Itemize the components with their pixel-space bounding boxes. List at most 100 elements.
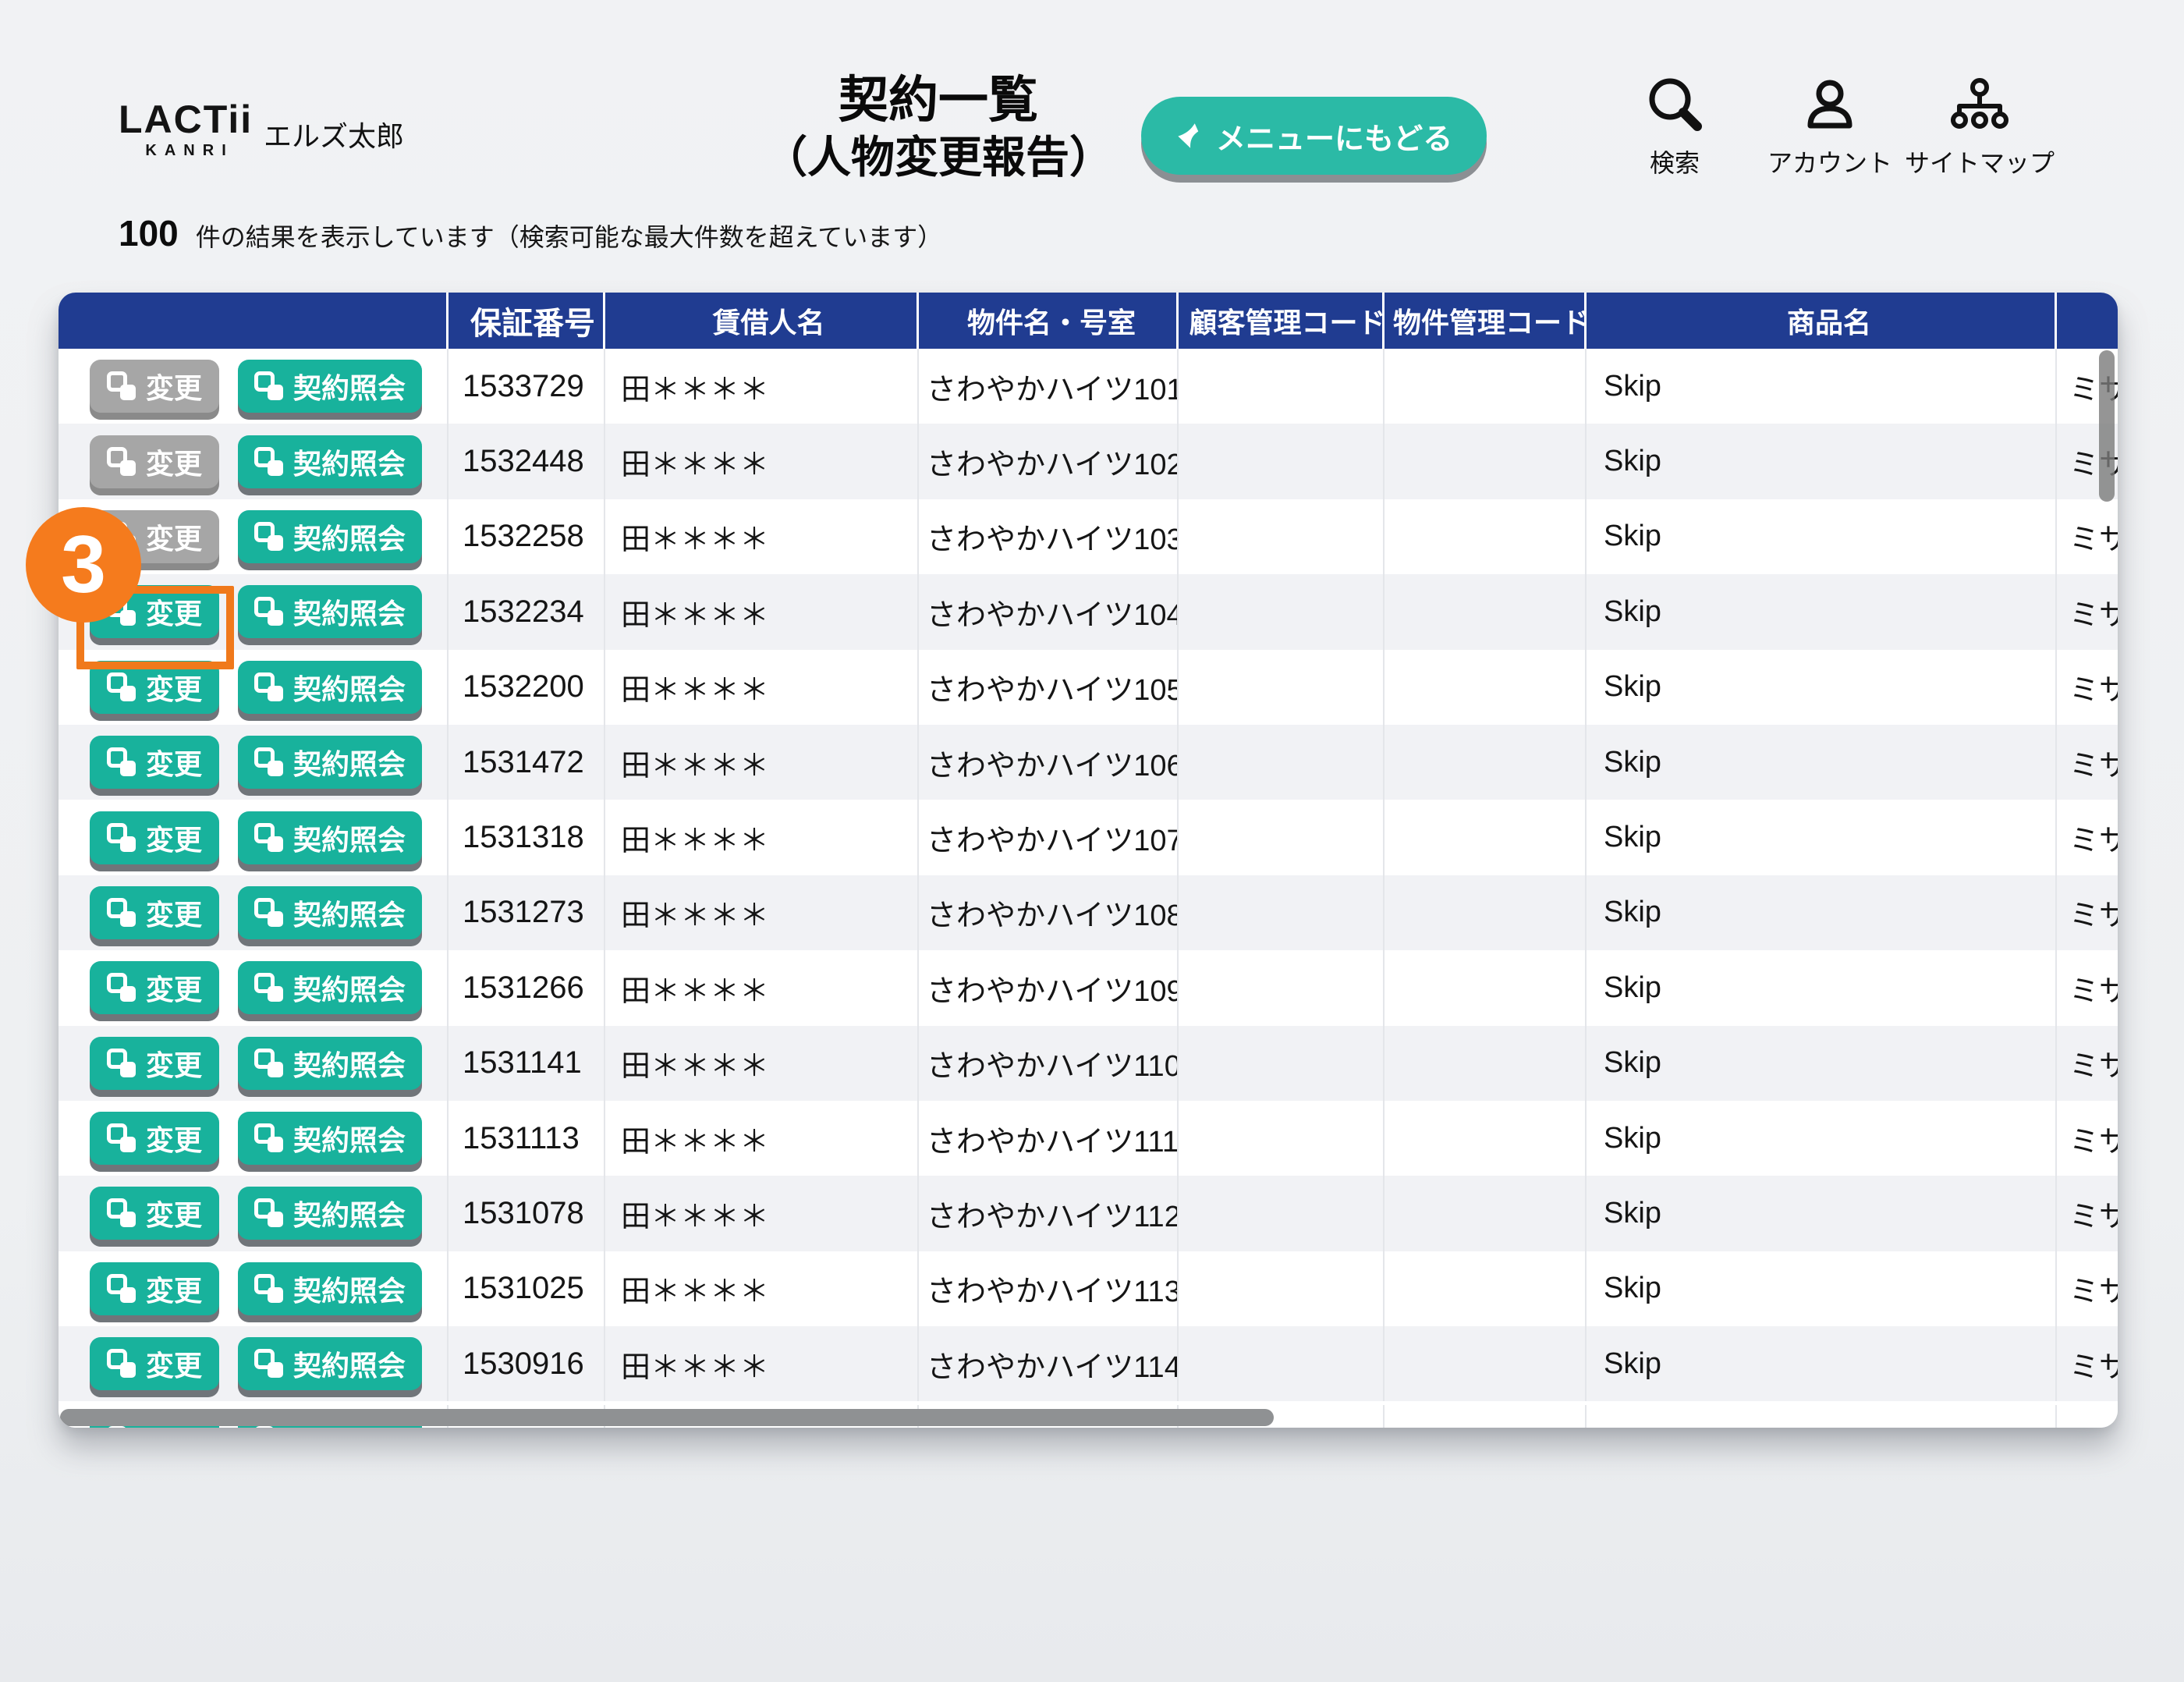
header-actions <box>58 293 448 349</box>
contract-inquiry-button[interactable]: 契約照会 <box>238 886 422 939</box>
contract-inquiry-button[interactable]: 契約照会 <box>238 736 422 789</box>
change-button[interactable]: 変更 <box>90 1037 219 1090</box>
back-arrow-icon <box>1175 122 1204 150</box>
app-logo[interactable]: LACTii KANRI <box>119 100 253 160</box>
product-extra-cell: ミサ <box>2057 1176 2118 1251</box>
change-button[interactable]: 変更 <box>90 736 219 789</box>
contract-inquiry-button[interactable]: 契約照会 <box>238 961 422 1014</box>
guarantee-no-cell: 1532258 <box>448 499 605 574</box>
copy-icon <box>107 1123 136 1153</box>
tenant-name-cell: 田＊＊＊＊ <box>605 950 919 1025</box>
header-guarantee-no: 保証番号 <box>448 293 605 349</box>
user-name: エルズ太郎 <box>264 114 404 154</box>
change-button[interactable]: 変更 <box>90 1187 219 1240</box>
property-code-cell <box>1384 1326 1587 1401</box>
nav-item-sitemap[interactable]: サイトマップ <box>1905 75 2055 179</box>
copy-icon <box>107 747 136 777</box>
inquiry-button-label: 契約照会 <box>293 892 406 933</box>
nav-label-search: 検索 <box>1650 144 1700 179</box>
horizontal-scrollbar-thumb[interactable] <box>60 1409 1274 1426</box>
nav-item-account[interactable]: アカウント <box>1767 75 1892 179</box>
product-name-cell: Skip <box>1587 574 2057 649</box>
product-name-cell: Skip <box>1587 650 2057 725</box>
row-actions-cell: 変更 契約照会 <box>58 800 448 875</box>
guarantee-no-cell: 1532448 <box>448 424 605 499</box>
logo-main-text: LACTii <box>119 100 253 139</box>
change-button-label: 変更 <box>146 667 202 708</box>
change-button[interactable]: 変更 <box>90 661 219 714</box>
change-button[interactable]: 変更 <box>90 435 219 488</box>
property-code-cell <box>1384 1176 1587 1251</box>
change-button[interactable]: 変更 <box>90 961 219 1014</box>
contract-inquiry-button[interactable]: 契約照会 <box>238 585 422 638</box>
change-button[interactable]: 変更 <box>90 811 219 864</box>
customer-code-cell <box>1179 950 1384 1025</box>
change-button-label: 変更 <box>146 967 202 1008</box>
product-extra-cell: ミサ <box>2057 1026 2118 1101</box>
search-icon <box>1644 75 1705 136</box>
copy-icon <box>254 1198 284 1228</box>
change-button[interactable]: 変更 <box>90 1262 219 1315</box>
header-product-name: 商品名 <box>1587 293 2057 349</box>
contract-inquiry-button[interactable]: 契約照会 <box>238 1262 422 1315</box>
property-code-cell <box>1384 574 1587 649</box>
copy-icon <box>254 597 284 626</box>
back-to-menu-button[interactable]: メニューにもどる <box>1141 97 1487 175</box>
customer-code-cell <box>1179 1251 1384 1326</box>
contract-inquiry-button[interactable]: 契約照会 <box>238 1037 422 1090</box>
nav-item-search[interactable]: 検索 <box>1644 75 1705 179</box>
table-row: 変更 契約照会 1531266 田＊＊＊＊ さわやかハイツ109 Skip ミサ <box>58 950 2118 1025</box>
inquiry-button-label: 契約照会 <box>293 516 406 557</box>
contract-inquiry-button[interactable]: 契約照会 <box>238 1337 422 1390</box>
table-row: 変更 契約照会 1532234 田＊＊＊＊ さわやかハイツ104 Skip ミサ <box>58 574 2118 649</box>
tenant-name-cell: 田＊＊＊＊ <box>605 349 919 424</box>
product-name-cell: Skip <box>1587 349 2057 424</box>
page-title-line1: 契約一覧 <box>704 70 1172 130</box>
change-button-label: 変更 <box>146 892 202 933</box>
header-property-name: 物件名・号室 <box>919 293 1179 349</box>
tenant-name-cell: 田＊＊＊＊ <box>605 574 919 649</box>
contract-inquiry-button[interactable]: 契約照会 <box>238 1112 422 1165</box>
customer-code-cell <box>1179 349 1384 424</box>
guarantee-no-cell: 1533729 <box>448 349 605 424</box>
tenant-name-cell: 田＊＊＊＊ <box>605 1026 919 1101</box>
property-name-cell: さわやかハイツ110 <box>919 1026 1179 1101</box>
contract-inquiry-button[interactable]: 契約照会 <box>238 811 422 864</box>
result-count: 100 <box>119 212 179 254</box>
contract-inquiry-button[interactable]: 契約照会 <box>238 1187 422 1240</box>
change-button-label: 変更 <box>146 1118 202 1159</box>
contract-inquiry-button[interactable]: 契約照会 <box>238 661 422 714</box>
property-code-cell <box>1384 1101 1587 1176</box>
copy-icon <box>107 672 136 702</box>
copy-icon <box>254 747 284 777</box>
table-row: 変更 契約照会 1532200 田＊＊＊＊ さわやかハイツ105 Skip ミサ <box>58 650 2118 725</box>
property-name-cell: さわやかハイツ105 <box>919 650 1179 725</box>
contract-inquiry-button[interactable]: 契約照会 <box>238 510 422 563</box>
vertical-scrollbar-thumb[interactable] <box>2099 350 2115 502</box>
product-name-cell <box>1587 1405 2057 1428</box>
contract-inquiry-button[interactable]: 契約照会 <box>238 435 422 488</box>
change-button[interactable]: 変更 <box>90 360 219 413</box>
guarantee-no-cell: 1531141 <box>448 1026 605 1101</box>
guarantee-no-cell: 1531318 <box>448 800 605 875</box>
copy-icon <box>107 973 136 1002</box>
row-actions-cell: 変更 契約照会 <box>58 1251 448 1326</box>
customer-code-cell <box>1179 725 1384 800</box>
tenant-name-cell: 田＊＊＊＊ <box>605 1101 919 1176</box>
guarantee-no-cell: 1532234 <box>448 574 605 649</box>
copy-icon <box>107 823 136 853</box>
property-code-cell <box>1384 950 1587 1025</box>
copy-icon <box>254 898 284 928</box>
contract-inquiry-button[interactable]: 契約照会 <box>238 360 422 413</box>
property-name-cell: さわやかハイツ109 <box>919 950 1179 1025</box>
copy-icon <box>107 1274 136 1304</box>
change-button[interactable]: 変更 <box>90 1112 219 1165</box>
product-extra-cell: ミサ <box>2057 499 2118 574</box>
change-button-label: 変更 <box>146 1043 202 1084</box>
change-button[interactable]: 変更 <box>90 1337 219 1390</box>
change-button[interactable]: 変更 <box>90 886 219 939</box>
product-name-cell: Skip <box>1587 499 2057 574</box>
guarantee-no-cell: 1531472 <box>448 725 605 800</box>
guarantee-no-cell: 1531266 <box>448 950 605 1025</box>
header-customer-code: 顧客管理コード <box>1179 293 1384 349</box>
